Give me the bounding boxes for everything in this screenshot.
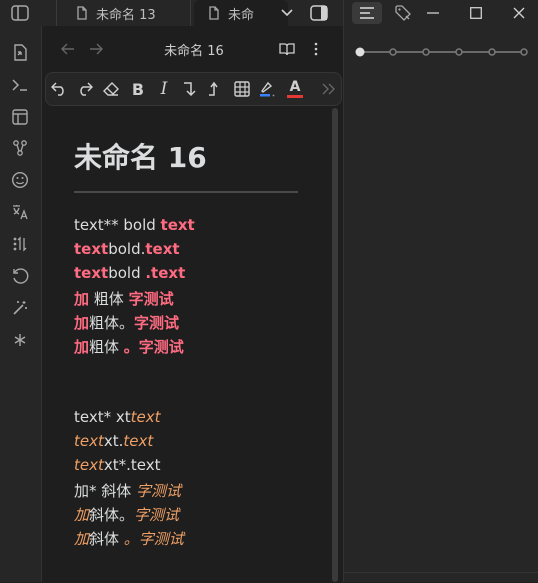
plain-text: bold. — [108, 240, 146, 258]
text-line: text* xttext — [74, 408, 161, 426]
graph-icon[interactable] — [9, 137, 31, 159]
plain-text: 加* 斜体 — [74, 482, 137, 500]
terminal-icon[interactable] — [9, 74, 31, 96]
plain-text: bold — [108, 264, 146, 282]
text-color-icon[interactable]: A — [284, 78, 306, 100]
view-header: 未命名 16 — [42, 26, 342, 72]
bold-text: 。字测试 — [123, 338, 184, 356]
outline-timeline[interactable] — [354, 40, 530, 64]
bold-text: 加 — [74, 338, 90, 356]
reading-view-icon[interactable] — [9, 233, 31, 255]
bold-text: text — [74, 240, 109, 258]
plain-text: 粗体 — [89, 338, 124, 356]
bold-text: text — [74, 264, 109, 282]
italic-text: 加 — [74, 506, 90, 524]
undo-icon[interactable] — [48, 78, 70, 100]
maximize-icon[interactable] — [465, 4, 487, 22]
magic-wand-icon[interactable] — [9, 297, 31, 319]
bold-text: text — [160, 216, 195, 234]
text-line: textxt.text — [74, 432, 153, 450]
bold-text: text — [145, 240, 180, 258]
view-header-title[interactable]: 未命名 16 — [152, 40, 236, 59]
italic-text: 字测试 — [136, 482, 182, 500]
italic-text: text — [74, 432, 104, 450]
text-line: textbold.text — [74, 240, 180, 258]
plain-text: text** bold — [74, 216, 161, 234]
tag-icon[interactable] — [392, 4, 414, 22]
highlight-icon[interactable] — [256, 78, 278, 100]
italic-text: text — [130, 408, 161, 426]
right-sidebar — [343, 0, 538, 582]
bold-text: 加 — [74, 314, 90, 332]
tab-label: 未命 — [228, 7, 255, 23]
plain-text: 斜体。 — [89, 506, 135, 524]
text-line: text** bold text — [74, 216, 195, 234]
history-icon[interactable] — [9, 265, 31, 287]
plain-text: text* xt — [74, 408, 131, 426]
italic-text: 。字测试 — [123, 530, 184, 548]
text-line: 加粗体。字测试 — [74, 312, 179, 333]
plain-text: 粗体 — [89, 290, 129, 308]
bold-text: 字测试 — [134, 314, 180, 332]
tab-untitled-16[interactable]: 未命 — [194, 0, 288, 26]
text-color-glyph: A — [289, 79, 301, 95]
tab-list-chevron-icon[interactable] — [276, 3, 298, 23]
close-icon[interactable] — [508, 4, 530, 22]
bold-icon[interactable]: B — [127, 78, 149, 100]
italic-text: text — [123, 432, 154, 450]
note-title[interactable]: 未命名 16 — [74, 136, 207, 176]
redo-icon[interactable] — [74, 78, 96, 100]
table-icon[interactable] — [231, 78, 253, 100]
forward-arrow-icon[interactable] — [86, 40, 106, 58]
bold-text: 字测试 — [128, 290, 174, 308]
tab-label: 未命名 13 — [96, 7, 156, 23]
file-icon — [208, 6, 220, 20]
book-icon[interactable] — [277, 40, 297, 58]
text-line: textbold .text — [74, 264, 185, 282]
eraser-icon[interactable] — [100, 78, 122, 100]
bold-text: 加 — [74, 290, 90, 308]
text-line: 加斜体。字测试 — [74, 504, 179, 525]
horizontal-rule — [74, 191, 298, 193]
asterisk-icon[interactable] — [9, 329, 31, 351]
back-arrow-icon[interactable] — [58, 40, 78, 58]
editor-pane: 未命名 16 B I A 未命名 16 text** bold text tex… — [42, 26, 342, 582]
bold-text: .text — [145, 264, 186, 282]
left-ribbon — [0, 26, 42, 582]
more-options-icon[interactable] — [306, 40, 326, 58]
templates-icon[interactable] — [9, 106, 31, 128]
tab-untitled-13[interactable]: 未命名 13 — [68, 0, 196, 26]
plain-text: 粗体。 — [89, 314, 135, 332]
editor-scrollbar[interactable] — [332, 108, 338, 582]
right-panel-footer — [344, 572, 538, 583]
right-sidebar-toggle-icon[interactable] — [308, 3, 330, 23]
return-icon[interactable] — [204, 78, 226, 100]
outline-icon[interactable] — [356, 4, 378, 22]
plain-text: 斜体 — [89, 530, 124, 548]
line-break-icon[interactable] — [179, 78, 201, 100]
editing-toolbar: B I A — [45, 72, 342, 106]
minimize-icon[interactable] — [422, 4, 444, 22]
text-line: 加* 斜体 字测试 — [74, 480, 181, 501]
italic-icon[interactable]: I — [153, 78, 175, 100]
text-line: textxt*.text — [74, 456, 161, 474]
italic-text: text — [74, 456, 104, 474]
file-icon — [76, 6, 88, 20]
text-line: 加 粗体 字测试 — [74, 288, 174, 309]
emoji-icon[interactable] — [9, 169, 31, 191]
sidebar-toggle-icon[interactable] — [9, 3, 31, 23]
text-line: 加斜体 。字测试 — [74, 528, 184, 549]
text-color-swatch — [287, 95, 303, 98]
translate-icon[interactable] — [9, 201, 31, 223]
more-chevron-icon[interactable] — [318, 78, 340, 100]
plain-text: xt. — [103, 432, 124, 450]
italic-text: 加 — [74, 530, 90, 548]
italic-text: 字测试 — [134, 506, 180, 524]
open-file-icon[interactable] — [9, 42, 31, 64]
text-line: 加粗体 。字测试 — [74, 336, 184, 357]
plain-text: xt*.text — [103, 456, 161, 474]
